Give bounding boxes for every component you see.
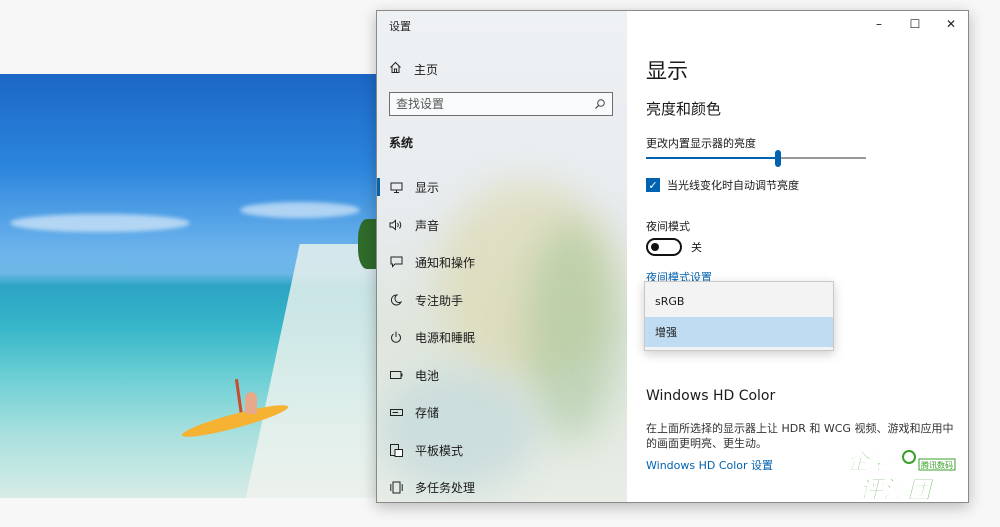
notification-icon <box>389 256 403 268</box>
battery-icon <box>389 371 403 379</box>
sidebar-item-label: 显示 <box>415 180 440 195</box>
watermark-logo: 企鹅 腾讯数码 评测团 <box>845 443 965 504</box>
moon-icon <box>389 294 403 306</box>
hdr-section-title: Windows HD Color <box>646 388 776 404</box>
power-icon <box>389 331 403 343</box>
sidebar-item-label: 通知和操作 <box>415 255 476 270</box>
tablet-icon <box>389 443 403 457</box>
section-heading-brightness: 亮度和颜色 <box>646 100 722 118</box>
dropdown-option-srgb[interactable]: sRGB <box>645 286 833 316</box>
color-mode-dropdown: sRGB 增强 <box>644 281 834 351</box>
section-title: 系统 <box>389 136 414 150</box>
storage-icon <box>389 408 403 416</box>
close-button[interactable]: ✕ <box>933 11 968 37</box>
hdr-settings-link[interactable]: Windows HD Color 设置 <box>646 457 773 473</box>
multitask-icon <box>389 481 403 494</box>
speaker-icon <box>389 219 403 231</box>
sidebar: 设置 主页 系统 显示 声音 通知和操作 专注助手 <box>377 11 627 502</box>
sidebar-item-label: 专注助手 <box>415 293 464 308</box>
settings-window: 设置 主页 系统 显示 声音 通知和操作 专注助手 <box>376 10 969 503</box>
night-mode-label: 夜间模式 <box>646 220 690 233</box>
sidebar-item-power-sleep[interactable]: 电源和睡眠 <box>377 319 627 355</box>
sidebar-item-multitasking[interactable]: 多任务处理 <box>377 469 627 502</box>
sidebar-item-label: 平板模式 <box>415 443 464 458</box>
brightness-slider-thumb[interactable] <box>775 150 781 167</box>
page-title: 显示 <box>646 59 688 83</box>
sidebar-item-display[interactable]: 显示 <box>377 169 627 205</box>
svg-text:腾讯数码: 腾讯数码 <box>921 460 953 470</box>
home-icon <box>389 61 402 77</box>
search-box[interactable] <box>389 92 613 116</box>
search-icon[interactable] <box>594 95 606 114</box>
brightness-label: 更改内置显示器的亮度 <box>646 137 756 150</box>
dropdown-option-enhanced[interactable]: 增强 <box>645 317 833 347</box>
sidebar-item-home[interactable]: 主页 <box>389 59 438 79</box>
sidebar-item-focus-assist[interactable]: 专注助手 <box>377 282 627 318</box>
sidebar-item-battery[interactable]: 电池 <box>377 357 627 393</box>
sidebar-item-label: 电源和睡眠 <box>415 330 476 345</box>
sidebar-item-label: 存储 <box>415 405 440 420</box>
monitor-icon <box>389 182 403 193</box>
night-mode-toggle[interactable] <box>646 238 682 256</box>
night-mode-row: 关 <box>646 238 702 256</box>
sidebar-item-notifications[interactable]: 通知和操作 <box>377 244 627 280</box>
sidebar-item-label: 主页 <box>414 62 439 77</box>
minimize-button[interactable]: – <box>861 11 897 37</box>
brightness-slider-fill <box>646 157 778 159</box>
search-input[interactable] <box>396 97 594 111</box>
checkbox-checked-icon[interactable]: ✓ <box>646 178 660 192</box>
auto-brightness-checkbox-row[interactable]: ✓ 当光线变化时自动调节亮度 <box>646 177 799 193</box>
sidebar-item-label: 多任务处理 <box>415 480 476 495</box>
sidebar-item-label: 声音 <box>415 218 440 233</box>
maximize-button[interactable]: ☐ <box>897 11 933 37</box>
desktop-wallpaper <box>0 74 380 498</box>
sidebar-item-sound[interactable]: 声音 <box>377 207 627 243</box>
sidebar-item-storage[interactable]: 存储 <box>377 394 627 430</box>
svg-text:评测团: 评测团 <box>859 476 935 503</box>
sidebar-item-label: 电池 <box>415 368 440 383</box>
toggle-knob <box>651 243 659 251</box>
auto-brightness-label: 当光线变化时自动调节亮度 <box>667 179 799 192</box>
window-title: 设置 <box>389 20 411 33</box>
content-pane: 显示 亮度和颜色 更改内置显示器的亮度 ✓ 当光线变化时自动调节亮度 夜间模式 … <box>627 11 968 502</box>
brightness-slider[interactable] <box>646 150 866 167</box>
svg-text:企鹅: 企鹅 <box>847 449 894 475</box>
sidebar-item-tablet-mode[interactable]: 平板模式 <box>377 432 627 468</box>
night-mode-state: 关 <box>691 241 702 254</box>
